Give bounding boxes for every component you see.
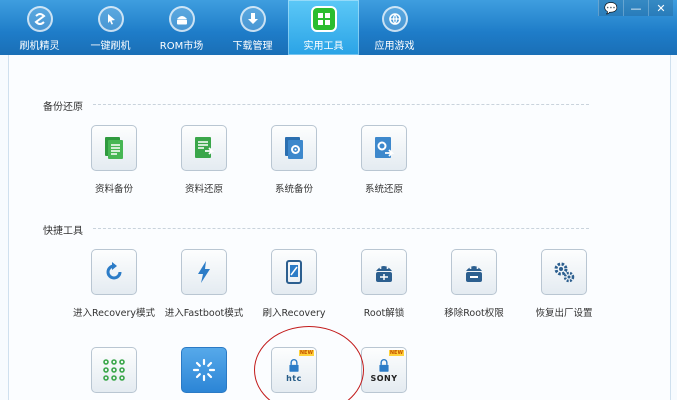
nav-label: 下载管理 (232, 41, 273, 52)
new-badge: NEW (388, 350, 404, 356)
section-divider (93, 228, 589, 229)
nav-label: 一键刷机 (90, 41, 131, 52)
nav-tab-utilities[interactable]: 实用工具 (288, 0, 359, 55)
doc-restore-icon (181, 125, 227, 171)
download-icon (239, 6, 266, 32)
close-button[interactable]: ✕ (648, 0, 673, 16)
logo-icon (26, 6, 53, 32)
loading-icon (181, 347, 227, 393)
tool-label: 进入Recovery模式 (72, 308, 156, 319)
phone-flash-icon (271, 249, 317, 295)
doc-backup-icon (91, 125, 137, 171)
sony-brand: SONY (370, 373, 398, 383)
android-unlock-icon (361, 249, 407, 295)
window-controls: 💬 — ✕ (598, 0, 673, 16)
dots-grid-icon (91, 347, 137, 393)
refresh-icon (91, 249, 137, 295)
nav-label: 刷机精灵 (19, 41, 60, 52)
nav-tabs: 刷机精灵 一键刷机 ROM市场 下载管理 实用工具 应用游戏 (4, 0, 430, 55)
top-navigation-bar: 刷机精灵 一键刷机 ROM市场 下载管理 实用工具 应用游戏 💬 — ✕ (0, 0, 677, 55)
tool-system-restore[interactable]: 系统还原 (329, 125, 439, 195)
system-backup-icon (271, 125, 317, 171)
nav-label: 实用工具 (303, 41, 344, 52)
minimize-button[interactable]: — (623, 0, 648, 16)
gears-icon (541, 249, 587, 295)
tool-label: 恢复出厂设置 (535, 308, 593, 319)
tool-label: Root解锁 (363, 308, 405, 319)
grid-icon (310, 6, 337, 32)
tool-label: 刷入Recovery (262, 308, 326, 319)
nav-label: ROM市场 (159, 41, 204, 52)
nav-tab-rom-market[interactable]: ROM市场 (146, 0, 217, 55)
nav-tab-apps-games[interactable]: 应用游戏 (359, 0, 430, 55)
sony-unlock-icon: NEW SONY (361, 347, 407, 393)
bolt-icon (181, 249, 227, 295)
section-divider (93, 104, 589, 105)
tool-label: 移除Root权限 (444, 308, 504, 319)
cursor-icon (97, 6, 124, 32)
section-title-quick-tools: 快捷工具 (43, 226, 83, 237)
nav-tab-one-click-flash[interactable]: 一键刷机 (75, 0, 146, 55)
system-restore-icon (361, 125, 407, 171)
main-window: 刷机精灵 一键刷机 ROM市场 下载管理 实用工具 应用游戏 💬 — ✕ 备份还… (0, 0, 677, 400)
section-title-backup: 备份还原 (43, 102, 83, 113)
nav-tab-home[interactable]: 刷机精灵 (4, 0, 75, 55)
feedback-button[interactable]: 💬 (598, 0, 623, 16)
android-remove-icon (451, 249, 497, 295)
tool-label: 系统还原 (364, 184, 403, 195)
nav-label: 应用游戏 (374, 41, 415, 52)
tool-label: 资料还原 (184, 184, 223, 195)
ball-icon (381, 6, 408, 32)
nav-tab-download-manager[interactable]: 下载管理 (217, 0, 288, 55)
tool-label: 进入Fastboot模式 (164, 308, 244, 319)
tool-factory-reset[interactable]: 恢复出厂设置 (509, 249, 619, 319)
android-icon (168, 6, 195, 32)
tool-label: 资料备份 (94, 184, 133, 195)
tool-label: 系统备份 (274, 184, 313, 195)
